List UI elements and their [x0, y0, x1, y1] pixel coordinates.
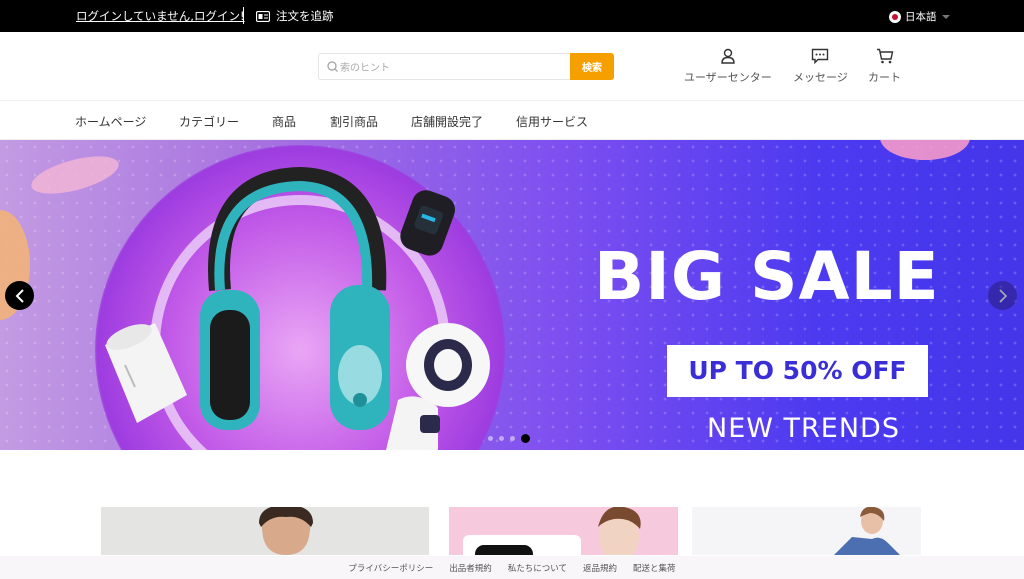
nav-item-credit-service[interactable]: 信用サービス: [516, 113, 588, 130]
fitness-band-image: [400, 190, 455, 256]
promo-card-skincare[interactable]: [449, 507, 678, 555]
carousel-pagination: [488, 434, 536, 443]
carousel-dot[interactable]: [510, 436, 515, 441]
carousel-dot[interactable]: [488, 436, 493, 441]
main-nav: ホームページ カテゴリー 商品 割引商品 店舗開設完了 信用サービス: [0, 101, 1024, 140]
footer-link-seller-terms[interactable]: 出品者規約: [449, 562, 492, 574]
track-order-label: 注文を追跡: [276, 9, 334, 23]
messages-label: メッセージ: [793, 71, 848, 84]
footer-link-shipping[interactable]: 配送と集荷: [633, 562, 676, 574]
language-selector[interactable]: 日本語: [889, 9, 950, 24]
banner-headline: BIG SALE: [594, 238, 940, 315]
nav-item-home[interactable]: ホームページ: [75, 113, 146, 130]
banner-offer: UP TO 50% OFF: [667, 345, 928, 397]
divider: [243, 7, 244, 24]
top-bar: ログインしていません,ログイン! 注文を追跡 日本語: [0, 0, 1024, 32]
cart-button[interactable]: カート: [868, 48, 901, 85]
chevron-down-icon: [941, 14, 950, 19]
promo-tag: [475, 545, 533, 555]
search-button[interactable]: 検索: [570, 53, 614, 80]
language-label: 日本語: [905, 11, 937, 23]
carousel-next-button[interactable]: [988, 281, 1017, 310]
nav-item-discount[interactable]: 割引商品: [330, 113, 378, 130]
footer-link-privacy[interactable]: プライバシーポリシー: [348, 562, 433, 574]
fan-image: [386, 323, 490, 450]
messages-button[interactable]: メッセージ: [793, 48, 848, 85]
female-model-image: [598, 507, 641, 555]
cart-icon: [876, 48, 893, 64]
carousel-dot-active[interactable]: [521, 434, 530, 443]
footer-link-returns[interactable]: 返品規約: [583, 562, 617, 574]
nav-item-category[interactable]: カテゴリー: [179, 113, 239, 130]
humidifier-image: [105, 323, 187, 423]
search-icon: [327, 61, 338, 72]
track-order-link[interactable]: 注文を追跡: [256, 8, 334, 24]
headphones-image: [200, 166, 390, 430]
carousel-prev-button[interactable]: [5, 281, 34, 310]
chevron-left-icon: [15, 288, 24, 303]
promo-card-men[interactable]: [101, 507, 429, 555]
hero-banner[interactable]: BIG SALE UP TO 50% OFF NEW TRENDS: [0, 140, 1024, 450]
user-center-label: ユーザーセンター: [684, 71, 772, 84]
nav-item-products[interactable]: 商品: [272, 113, 296, 130]
order-card-icon: [256, 10, 270, 22]
carousel-dot[interactable]: [499, 436, 504, 441]
male-model-image: [259, 507, 313, 555]
search-input[interactable]: 索のヒント: [340, 59, 390, 74]
message-icon: [812, 48, 829, 64]
model-image: [834, 507, 900, 555]
cart-label: カート: [868, 71, 901, 84]
user-icon: [721, 48, 735, 64]
nav-item-store-open[interactable]: 店舗開設完了: [411, 113, 483, 130]
promo-card-fashion[interactable]: [692, 507, 921, 555]
banner-tagline: NEW TRENDS: [707, 413, 900, 444]
login-link[interactable]: ログインしていません,ログイン!: [76, 8, 245, 24]
footer-link-about[interactable]: 私たちについて: [508, 562, 567, 574]
footer: プライバシーポリシー 出品者規約 私たちについて 返品規約 配送と集荷: [0, 556, 1024, 579]
chevron-right-icon: [998, 288, 1007, 303]
japan-flag-icon: [889, 10, 901, 23]
user-center-button[interactable]: ユーザーセンター: [684, 48, 772, 85]
search-box[interactable]: 索のヒント: [318, 53, 570, 80]
header: 索のヒント 検索 ユーザーセンター メッセージ カート: [0, 32, 1024, 101]
